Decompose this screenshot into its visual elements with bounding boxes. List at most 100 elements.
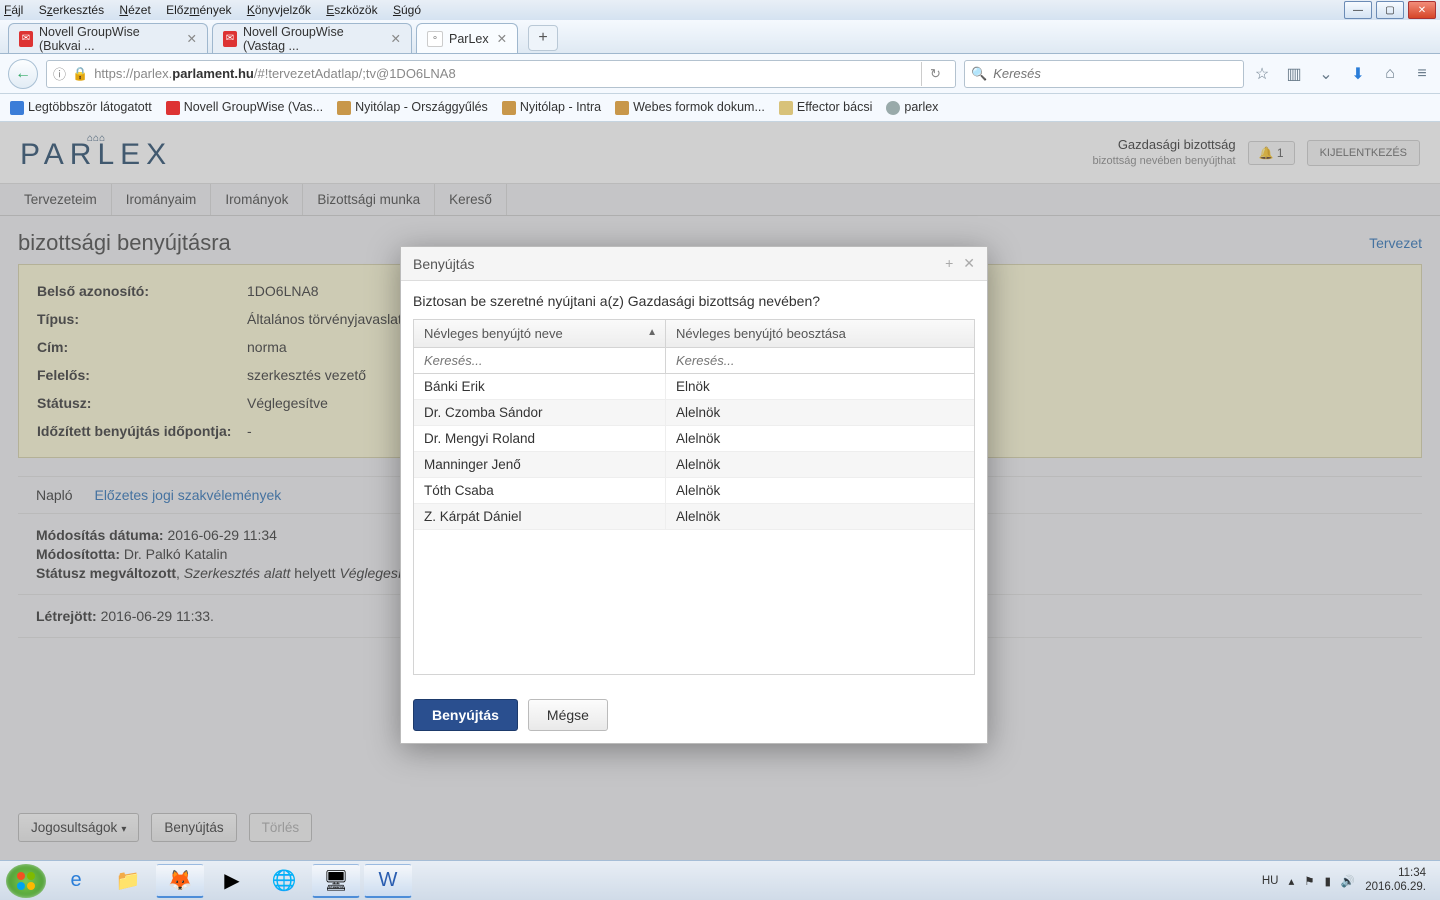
tray-flag-icon[interactable]: ⚑ bbox=[1304, 874, 1314, 888]
start-button[interactable] bbox=[6, 864, 46, 898]
toolbar-icons: ☆ ▥ ⌄ ⬇ ⌂ ≡ bbox=[1252, 64, 1432, 84]
cell-position: Alelnök bbox=[666, 452, 974, 477]
task-word[interactable]: W bbox=[364, 864, 412, 898]
browser-navbar: ← ⓘ 🔒 https://parlex.parlament.hu/#!terv… bbox=[0, 54, 1440, 94]
bookmark-orszaggyules[interactable]: Nyitólap - Országgyűlés bbox=[337, 100, 488, 115]
col-name[interactable]: Névleges benyújtó neve▲ bbox=[414, 320, 666, 347]
cell-position: Alelnök bbox=[666, 504, 974, 529]
table-row[interactable]: Manninger JenőAlelnök bbox=[414, 452, 974, 478]
cell-position: Alelnök bbox=[666, 426, 974, 451]
lock-icon: 🔒 bbox=[72, 66, 88, 82]
bookmark-parlex[interactable]: parlex bbox=[886, 100, 938, 115]
table-row[interactable]: Bánki ErikElnök bbox=[414, 374, 974, 400]
modal-plus-icon[interactable]: + bbox=[945, 255, 953, 272]
back-button[interactable]: ← bbox=[8, 59, 38, 89]
modal-cancel-button[interactable]: Mégse bbox=[528, 699, 608, 731]
tab-label: Novell GroupWise (Bukvai ... bbox=[39, 25, 179, 53]
bookmarks-bar: Legtöbbször látogatott Novell GroupWise … bbox=[0, 94, 1440, 122]
search-input[interactable] bbox=[993, 66, 1237, 81]
tray-volume-icon[interactable]: 🔊 bbox=[1341, 874, 1355, 888]
modal-title: Benyújtás bbox=[413, 256, 474, 272]
table-row[interactable]: Tóth CsabaAlelnök bbox=[414, 478, 974, 504]
window-maximize-button[interactable]: ▢ bbox=[1376, 1, 1404, 19]
cell-name: Dr. Mengyi Roland bbox=[414, 426, 666, 451]
task-monitor[interactable]: 🖥 bbox=[312, 864, 360, 898]
table-row[interactable]: Z. Kárpát DánielAlelnök bbox=[414, 504, 974, 530]
modal-close-icon[interactable]: ✕ bbox=[963, 255, 975, 272]
tray-clock[interactable]: 11:34 2016.06.29. bbox=[1365, 867, 1426, 895]
home-icon[interactable]: ⌂ bbox=[1380, 65, 1400, 83]
cell-name: Tóth Csaba bbox=[414, 478, 666, 503]
sort-asc-icon: ▲ bbox=[647, 327, 657, 338]
menu-edit[interactable]: Szerkesztés bbox=[39, 3, 104, 17]
modal-question: Biztosan be szeretné nyújtani a(z) Gazda… bbox=[413, 293, 975, 309]
window-menu: Fájl Szerkesztés Nézet Előzmények Könyvj… bbox=[4, 3, 433, 17]
tray-network-icon[interactable]: ▮ bbox=[1325, 874, 1331, 888]
tab-label: ParLex bbox=[449, 32, 489, 46]
info-icon[interactable]: ⓘ bbox=[53, 64, 66, 83]
menu-bookmarks[interactable]: Könyvjelzők bbox=[247, 3, 311, 17]
menu-file[interactable]: Fájl bbox=[4, 3, 23, 17]
submit-modal: Benyújtás + ✕ Biztosan be szeretné nyújt… bbox=[400, 246, 988, 744]
search-box[interactable]: 🔍 bbox=[964, 60, 1244, 88]
table-row[interactable]: Dr. Mengyi RolandAlelnök bbox=[414, 426, 974, 452]
window-minimize-button[interactable]: — bbox=[1344, 1, 1372, 19]
task-firefox[interactable]: 🦊 bbox=[156, 864, 204, 898]
cell-position: Alelnök bbox=[666, 478, 974, 503]
download-icon[interactable]: ⬇ bbox=[1348, 64, 1368, 84]
bookmark-webes-formok[interactable]: Webes formok dokum... bbox=[615, 100, 765, 115]
bookmark-groupwise[interactable]: Novell GroupWise (Vas... bbox=[166, 100, 323, 115]
search-icon: 🔍 bbox=[971, 66, 987, 82]
cell-name: Z. Kárpát Dániel bbox=[414, 504, 666, 529]
task-ie[interactable]: e bbox=[52, 864, 100, 898]
cell-name: Manninger Jenő bbox=[414, 452, 666, 477]
menu-tools[interactable]: Eszközök bbox=[326, 3, 377, 17]
windows-titlebar: Fájl Szerkesztés Nézet Előzmények Könyvj… bbox=[0, 0, 1440, 20]
menu-view[interactable]: Nézet bbox=[119, 3, 150, 17]
bookmark-most-visited[interactable]: Legtöbbször látogatott bbox=[10, 100, 152, 115]
window-close-button[interactable]: ✕ bbox=[1408, 1, 1436, 19]
mail-icon: ✉ bbox=[19, 31, 33, 47]
browser-tabs: ✉ Novell GroupWise (Bukvai ... ✕ ✉ Novel… bbox=[0, 20, 1440, 54]
tray-lang[interactable]: HU bbox=[1262, 875, 1279, 887]
pocket-icon[interactable]: ⌄ bbox=[1316, 64, 1336, 84]
browser-tab-parlex[interactable]: ∘ ParLex ✕ bbox=[416, 23, 518, 53]
submitter-grid: Névleges benyújtó neve▲ Névleges benyújt… bbox=[413, 319, 975, 675]
modal-overlay: Benyújtás + ✕ Biztosan be szeretné nyújt… bbox=[0, 122, 1440, 860]
bookmark-intra[interactable]: Nyitólap - Intra bbox=[502, 100, 601, 115]
filter-name-input[interactable] bbox=[414, 348, 666, 373]
tab-label: Novell GroupWise (Vastag ... bbox=[243, 25, 383, 53]
system-tray: HU ▴ ⚑ ▮ 🔊 11:34 2016.06.29. bbox=[1262, 867, 1434, 895]
url-bar[interactable]: ⓘ 🔒 https://parlex.parlament.hu/#!tervez… bbox=[46, 60, 956, 88]
tab-close-icon[interactable]: ✕ bbox=[391, 31, 401, 46]
menu-help[interactable]: Súgó bbox=[393, 3, 421, 17]
tray-arrow-icon[interactable]: ▴ bbox=[1288, 874, 1294, 888]
bookmark-star-icon[interactable]: ☆ bbox=[1252, 64, 1272, 84]
reload-button[interactable]: ↻ bbox=[921, 62, 949, 86]
new-tab-button[interactable]: + bbox=[528, 25, 558, 51]
app-root: ⌂⌂⌂PARLEX Gazdasági bizottság bizottság … bbox=[0, 122, 1440, 860]
cell-position: Alelnök bbox=[666, 400, 974, 425]
col-position[interactable]: Névleges benyújtó beosztása bbox=[666, 320, 974, 347]
task-chrome[interactable]: 🌐 bbox=[260, 864, 308, 898]
filter-position-input[interactable] bbox=[666, 348, 974, 373]
cell-position: Elnök bbox=[666, 374, 974, 399]
menu-history[interactable]: Előzmények bbox=[166, 3, 231, 17]
modal-header: Benyújtás + ✕ bbox=[401, 247, 987, 281]
url-text: https://parlex.parlament.hu/#!tervezetAd… bbox=[94, 66, 455, 81]
cell-name: Bánki Erik bbox=[414, 374, 666, 399]
browser-tab-groupwise-2[interactable]: ✉ Novell GroupWise (Vastag ... ✕ bbox=[212, 23, 412, 53]
cell-name: Dr. Czomba Sándor bbox=[414, 400, 666, 425]
table-row[interactable]: Dr. Czomba SándorAlelnök bbox=[414, 400, 974, 426]
browser-tab-groupwise-1[interactable]: ✉ Novell GroupWise (Bukvai ... ✕ bbox=[8, 23, 208, 53]
windows-taskbar: e 📁 🦊 ▶ 🌐 🖥 W HU ▴ ⚑ ▮ 🔊 11:34 2016.06.2… bbox=[0, 860, 1440, 900]
hamburger-icon[interactable]: ≡ bbox=[1412, 65, 1432, 83]
modal-submit-button[interactable]: Benyújtás bbox=[413, 699, 518, 731]
task-explorer[interactable]: 📁 bbox=[104, 864, 152, 898]
tab-close-icon[interactable]: ✕ bbox=[497, 31, 507, 46]
page-icon: ∘ bbox=[427, 31, 443, 47]
bookmark-effector[interactable]: Effector bácsi bbox=[779, 100, 873, 115]
task-media[interactable]: ▶ bbox=[208, 864, 256, 898]
reader-icon[interactable]: ▥ bbox=[1284, 64, 1304, 84]
tab-close-icon[interactable]: ✕ bbox=[187, 31, 197, 46]
